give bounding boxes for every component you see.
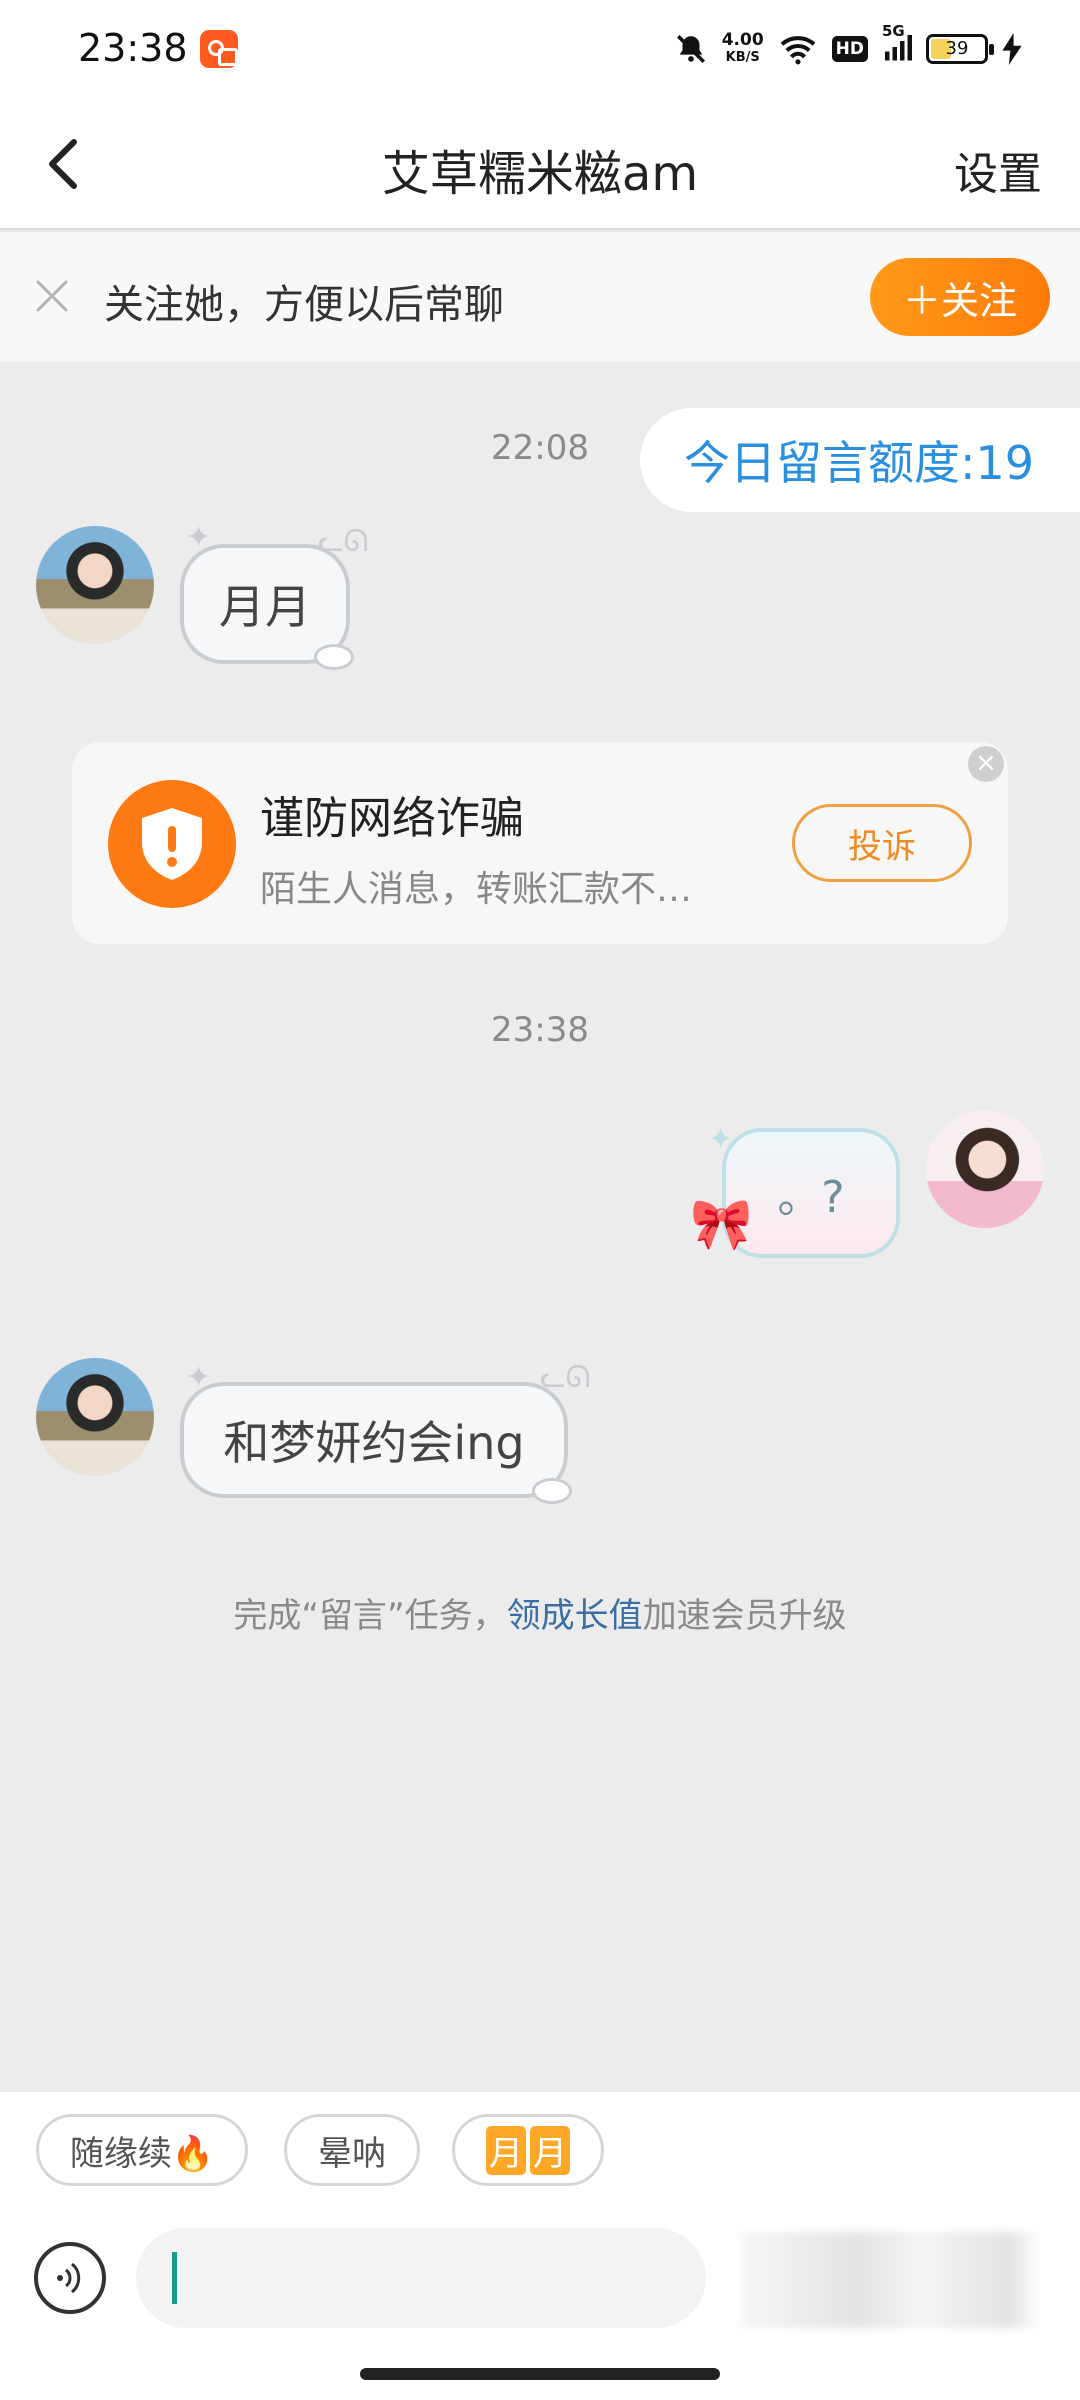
quick-reply-chip[interactable]: 随缘续🔥 [36, 2114, 248, 2186]
complain-button[interactable]: 投诉 [792, 804, 972, 882]
mute-bell-icon [676, 34, 705, 64]
timestamp: 23:38 [491, 1010, 589, 1050]
fraud-warning-card: 谨防网络诈骗 陌生人消息，转账汇款不… 投诉 × [72, 742, 1008, 944]
follow-banner: 关注她，方便以后常聊 ＋关注 [0, 232, 1080, 362]
network-type: 5G [882, 22, 905, 40]
voice-wave-icon [57, 2262, 81, 2294]
task-hint-suffix: 加速会员升级 [642, 1596, 847, 1636]
net-speed: 4.00 KB/S [722, 32, 764, 66]
timestamp: 22:08 [491, 428, 589, 468]
status-time: 23:38 [78, 26, 188, 70]
chip-text: 月 [486, 2125, 526, 2175]
status-icons: 4.00 KB/S HD 5G 39 [674, 22, 1022, 72]
net-speed-unit: KB/S [725, 50, 760, 65]
status-bar: 23:38 4.00 KB/S HD 5G 39 [0, 0, 1080, 100]
composer-area: 随缘续🔥 晕呐 月月 [0, 2092, 1080, 2400]
task-link[interactable]: 领成长值 [507, 1596, 643, 1636]
charging-icon [1002, 33, 1022, 65]
message-bubble[interactable]: 和梦妍约会ing [180, 1382, 572, 1504]
chat-title: 艾草糯米糍am [381, 146, 699, 202]
follow-banner-text: 关注她，方便以后常聊 [104, 282, 504, 328]
settings-button[interactable]: 设置 [954, 138, 1042, 202]
close-icon[interactable] [30, 274, 74, 318]
chat-header: 艾草糯米糍am 设置 [0, 100, 1080, 230]
quick-reply-chip[interactable]: 晕呐 [284, 2114, 420, 2186]
close-icon[interactable]: × [968, 746, 1004, 782]
message-bubble[interactable]: 月月 [180, 544, 354, 670]
voice-input-button[interactable] [34, 2242, 106, 2314]
follow-button[interactable]: ＋关注 [870, 258, 1050, 336]
battery-level: 39 [945, 38, 969, 59]
quota-badge[interactable]: 今日留言额度:19 [640, 408, 1080, 512]
task-hint: 完成“留言”任务，领成长值加速会员升级 [0, 1588, 1080, 1637]
fraud-card-title: 谨防网络诈骗 [260, 793, 524, 844]
avatar-self[interactable] [926, 1110, 1044, 1228]
battery-icon: 39 [926, 34, 994, 64]
fraud-card-description: 陌生人消息，转账汇款不… [260, 869, 693, 910]
chevron-left-icon [49, 139, 77, 189]
quick-reply-chip[interactable]: 月月 [452, 2114, 604, 2186]
back-button[interactable] [30, 128, 100, 198]
signal-icon: 5G [882, 22, 912, 66]
net-speed-value: 4.00 [721, 30, 764, 50]
bow-icon: 🎀 [690, 1195, 753, 1253]
text-caret [172, 2252, 177, 2304]
avatar[interactable] [36, 526, 154, 644]
app-badge-icon [200, 30, 238, 68]
home-indicator[interactable] [360, 2368, 720, 2380]
task-hint-prefix: 完成“留言”任务， [233, 1596, 507, 1636]
wifi-icon [780, 36, 815, 65]
shield-icon [108, 780, 236, 908]
chip-text: 月 [530, 2125, 570, 2175]
hd-indicator: HD [831, 36, 868, 62]
input-actions-blurred[interactable] [740, 2232, 1040, 2328]
avatar[interactable] [36, 1358, 154, 1476]
message-input[interactable] [136, 2228, 706, 2328]
